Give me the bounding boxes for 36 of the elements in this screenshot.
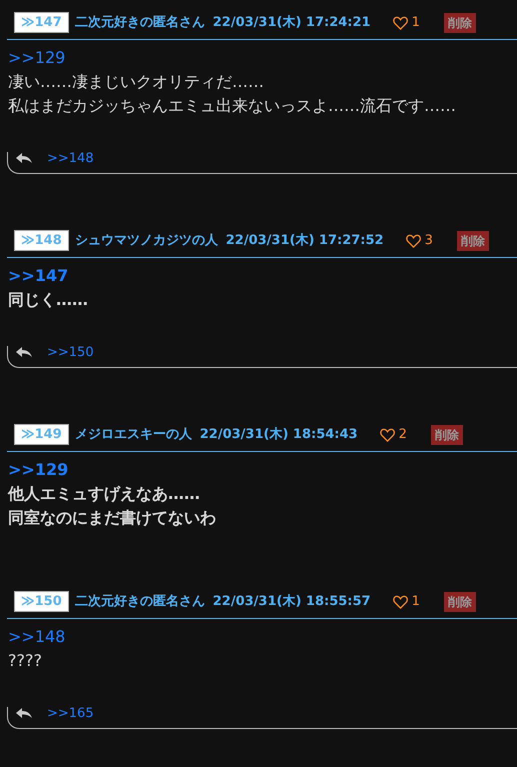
- post-text: 私はまだカジッちゃんエミュ出来ないっスよ……流石です……: [8, 95, 457, 117]
- post-date: 22/03/31(木) 17:24:21: [212, 14, 371, 32]
- post-text: 同室なのにまだ書けてないわ: [8, 507, 217, 529]
- delete-button[interactable]: 削除: [456, 230, 489, 250]
- like-button[interactable]: 1: [392, 12, 420, 32]
- reply-link[interactable]: >>148: [47, 152, 94, 166]
- post-text: 同じく……: [8, 289, 89, 311]
- heart-icon: [406, 234, 421, 248]
- post-text: 他人エミュすげえなあ……: [8, 483, 201, 505]
- poster-name: 二次元好きの匿名さん: [74, 592, 205, 611]
- poster-name: メジロエスキーの人: [74, 426, 192, 444]
- quote-link[interactable]: >>129: [8, 46, 517, 70]
- heart-icon: [380, 428, 395, 442]
- post-date: 22/03/31(木) 18:54:43: [200, 426, 358, 444]
- reply-arrow-icon: [15, 152, 33, 164]
- like-button[interactable]: 3: [406, 230, 433, 250]
- delete-button[interactable]: 削除: [444, 12, 476, 32]
- post-date: 22/03/31(木) 17:27:52: [226, 232, 384, 250]
- like-button[interactable]: 1: [392, 592, 420, 612]
- reply-link[interactable]: >>150: [47, 346, 94, 360]
- post-text: 凄い……凄まじいクオリティだ……: [8, 71, 265, 93]
- like-button[interactable]: 2: [380, 424, 407, 444]
- heart-icon: [392, 16, 408, 30]
- quote-link[interactable]: >>147: [8, 264, 517, 288]
- quote-link[interactable]: >>129: [8, 458, 517, 482]
- post-date: 22/03/31(木) 18:55:57: [212, 592, 371, 611]
- poster-name: シュウマツノカジツの人: [74, 232, 218, 250]
- reply-link[interactable]: >>165: [47, 707, 94, 721]
- post-text: ????: [8, 650, 43, 672]
- heart-icon: [392, 594, 408, 608]
- delete-button[interactable]: 削除: [430, 424, 463, 444]
- quote-link[interactable]: >>148: [8, 625, 517, 649]
- delete-button[interactable]: 削除: [444, 592, 476, 612]
- reply-arrow-icon: [15, 707, 33, 719]
- reply-arrow-icon: [15, 346, 33, 358]
- poster-name: 二次元好きの匿名さん: [74, 14, 205, 32]
